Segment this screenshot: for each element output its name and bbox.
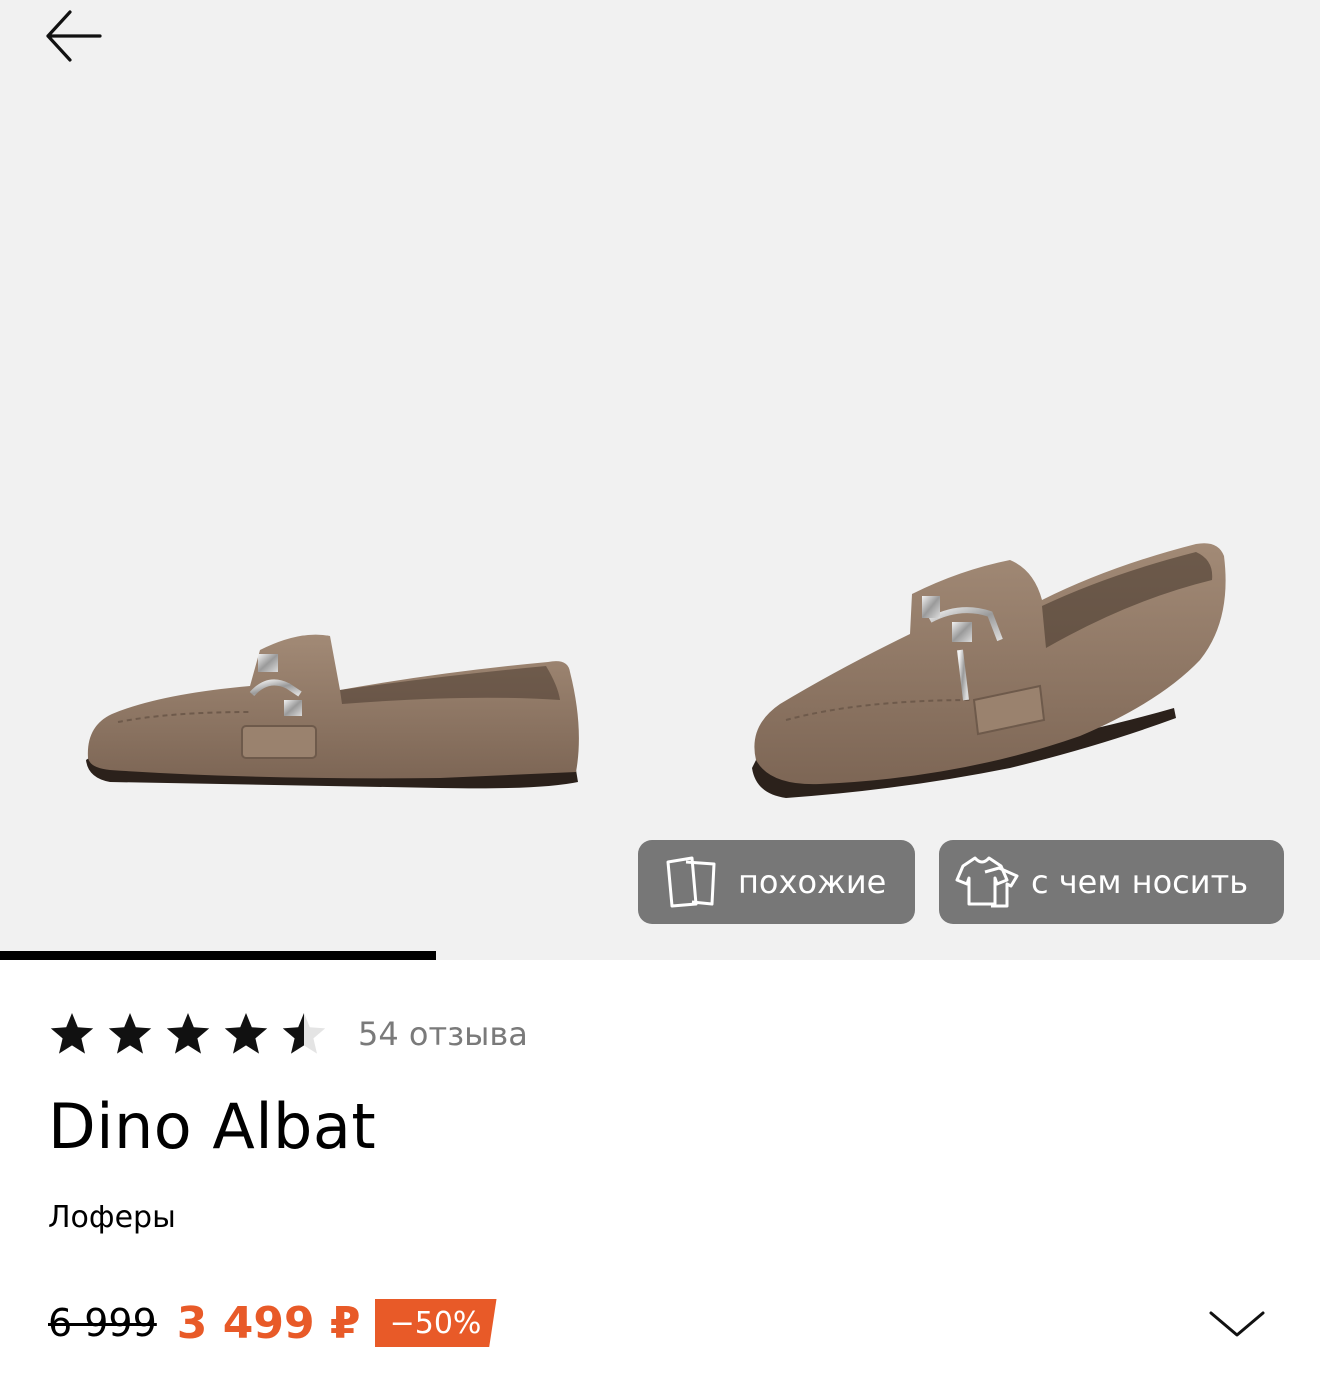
star-full-icon [166,1013,210,1054]
back-button[interactable] [36,4,108,68]
current-price: 3 499 ₽ [176,1297,361,1349]
arrow-left-icon [46,10,102,62]
star-full-icon [50,1013,94,1054]
review-count[interactable]: 54 отзыва [358,1015,528,1053]
expand-details-button[interactable] [1205,1300,1269,1348]
right-shoe-image [752,543,1226,798]
rating-row[interactable]: 54 отзыва [48,1006,528,1062]
product-image-gallery[interactable]: похожие с чем носить [0,0,1320,960]
cards-icon [662,854,718,910]
gallery-progress-fill [0,951,436,960]
discount-badge: −50% [374,1299,497,1347]
product-category: Лоферы [48,1200,176,1235]
rating-stars [48,1010,338,1058]
what-to-wear-label: с чем носить [1031,863,1249,901]
gallery-progress-bar [0,951,1320,960]
price-row: 6 999 3 499 ₽ −50% [48,1296,497,1350]
star-full-icon [108,1013,152,1054]
clothing-icon [955,854,1019,910]
product-brand: Dino Albat [48,1090,377,1163]
similar-items-label: похожие [738,863,887,901]
old-price: 6 999 [48,1301,157,1345]
chevron-down-icon [1209,1311,1265,1337]
star-half-icon [282,1013,326,1054]
left-shoe-image [86,634,579,789]
star-full-icon [224,1013,268,1054]
product-photo [86,543,1226,798]
what-to-wear-button[interactable]: с чем носить [939,840,1284,924]
similar-items-button[interactable]: похожие [638,840,915,924]
